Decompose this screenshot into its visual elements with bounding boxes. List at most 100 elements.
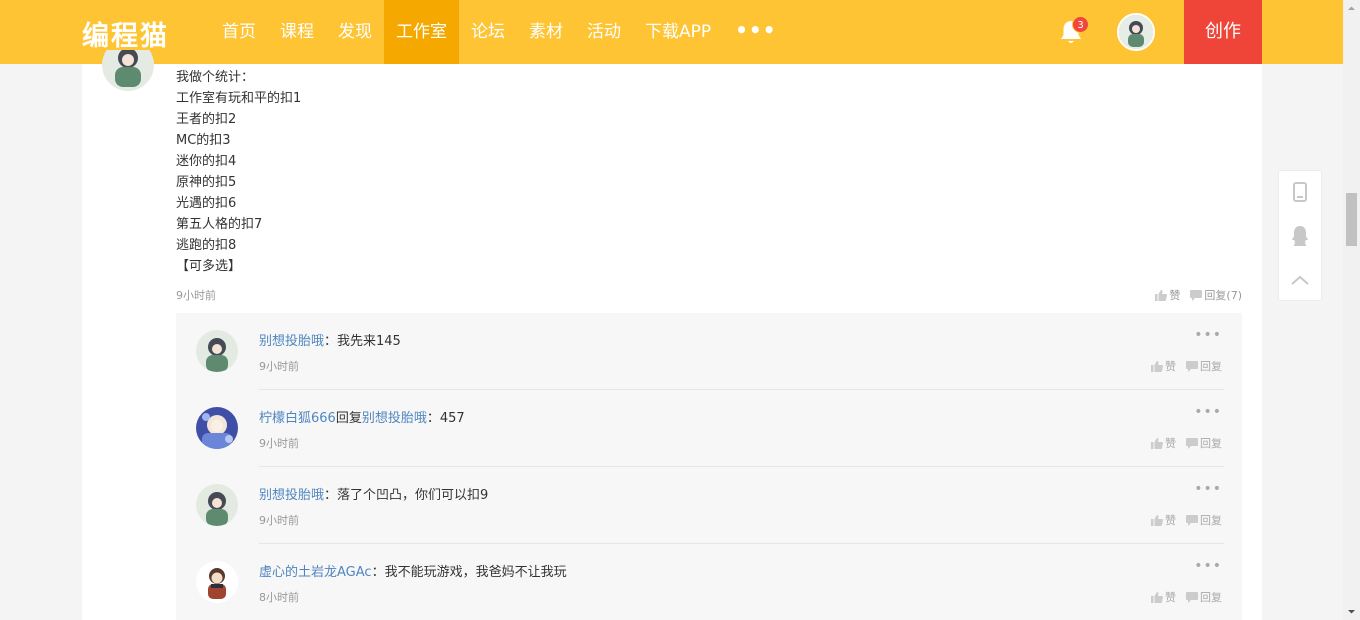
- reply-item: 柠檬白狐666回复别想投胎哦：457 9小时前 ••• 赞 回复: [176, 390, 1242, 467]
- reply-text: 别想投胎哦：落了个凹凸，你们可以扣9: [259, 484, 488, 503]
- page-scrollbar[interactable]: [1343, 0, 1360, 620]
- post-author-avatar[interactable]: [102, 50, 154, 94]
- reply-reply-button[interactable]: 回复: [1186, 435, 1222, 451]
- reply-reply-label: 回复: [1200, 514, 1222, 527]
- comment-icon: [1186, 591, 1198, 603]
- post-line: 我做个统计：: [176, 70, 255, 85]
- post-line: MC的扣3: [176, 133, 231, 148]
- reply-author-avatar[interactable]: [196, 407, 238, 449]
- post-line: 光遇的扣6: [176, 196, 237, 211]
- comment-icon: [1186, 360, 1198, 372]
- reply-reply-button[interactable]: 回复: [1186, 358, 1222, 374]
- post-content: 我做个统计： 工作室有玩和平的扣1 王者的扣2 MC的扣3 迷你的扣4 原神的扣…: [176, 67, 301, 277]
- reply-timestamp: 9小时前: [259, 360, 299, 373]
- reply-actions: 赞 回复: [1141, 589, 1222, 605]
- reply-like-button[interactable]: 赞: [1151, 358, 1176, 374]
- reply-actions: 赞 回复: [1141, 512, 1222, 528]
- reply-like-button[interactable]: 赞: [1151, 512, 1176, 528]
- scroll-up-arrow-icon[interactable]: [1343, 0, 1360, 17]
- reply-author-avatar[interactable]: [196, 330, 238, 372]
- reply-actions: 赞 回复: [1141, 358, 1222, 374]
- reply-reply-label: 回复: [1200, 437, 1222, 450]
- thumbs-up-icon: [1151, 360, 1163, 372]
- reply-author-avatar[interactable]: [196, 561, 238, 603]
- mobile-app-button[interactable]: [1279, 171, 1321, 213]
- reply-reply-label: 回复: [1200, 360, 1222, 373]
- reply-timestamp: 9小时前: [259, 514, 299, 527]
- notification-count-badge: 3: [1072, 16, 1089, 33]
- reply-content: ：457: [426, 411, 465, 426]
- nav-forum[interactable]: 论坛: [459, 0, 517, 64]
- reply-item: 虚心的土岩龙AGAc：我不能玩游戏，我爸妈不让我玩 8小时前 ••• 赞 回复: [176, 544, 1242, 620]
- reply-thread: 别想投胎哦：我先来145 9小时前 ••• 赞 回复 柠檬白狐666回复别想投胎…: [176, 313, 1242, 620]
- scroll-down-arrow-icon[interactable]: [1343, 603, 1360, 620]
- post-line: 【可多选】: [176, 259, 242, 274]
- phone-icon: [1293, 182, 1307, 202]
- reply-like-label: 赞: [1165, 591, 1176, 604]
- post-timestamp: 9小时前: [176, 289, 216, 302]
- post-actions: 赞 回复(7): [1145, 287, 1242, 303]
- post-reply-label: 回复(7): [1204, 289, 1242, 302]
- user-avatar[interactable]: [1117, 13, 1155, 51]
- nav-studio[interactable]: 工作室: [384, 0, 459, 64]
- reply-author-name[interactable]: 虚心的土岩龙AGAc: [259, 565, 372, 580]
- nav-discover[interactable]: 发现: [326, 0, 384, 64]
- site-logo[interactable]: 编程猫: [82, 14, 169, 53]
- post-like-button[interactable]: 赞: [1155, 287, 1180, 303]
- post-line: 原神的扣5: [176, 175, 237, 190]
- reply-item: 别想投胎哦：落了个凹凸，你们可以扣9 9小时前 ••• 赞 回复: [176, 467, 1242, 544]
- thumbs-up-icon: [1155, 289, 1168, 301]
- post-line: 工作室有玩和平的扣1: [176, 91, 302, 106]
- post-line: 第五人格的扣7: [176, 217, 263, 232]
- nav-materials[interactable]: 素材: [517, 0, 575, 64]
- back-to-top-button[interactable]: [1279, 259, 1321, 301]
- main-nav: 首页 课程 发现 工作室 论坛 素材 活动 下载APP •••: [210, 0, 789, 64]
- thumbs-up-icon: [1151, 591, 1163, 603]
- qq-button[interactable]: [1279, 215, 1321, 257]
- reply-verb: 回复: [335, 411, 362, 426]
- reply-content: ：落了个凹凸，你们可以扣9: [324, 488, 489, 503]
- back-to-top-icon: [1291, 275, 1309, 285]
- nav-events[interactable]: 活动: [575, 0, 633, 64]
- scrollbar-thumb[interactable]: [1346, 193, 1357, 246]
- nav-more-icon[interactable]: •••: [723, 0, 788, 64]
- post-line: 王者的扣2: [176, 112, 237, 127]
- reply-text: 柠檬白狐666回复别想投胎哦：457: [259, 407, 465, 426]
- reply-reply-button[interactable]: 回复: [1186, 589, 1222, 605]
- reply-like-label: 赞: [1165, 360, 1176, 373]
- thumbs-up-icon: [1151, 514, 1163, 526]
- reply-content: ：我不能玩游戏，我爸妈不让我玩: [371, 565, 567, 580]
- create-button[interactable]: 创作: [1184, 0, 1262, 64]
- reply-author-avatar[interactable]: [196, 484, 238, 526]
- reply-author-name[interactable]: 别想投胎哦: [259, 488, 324, 503]
- nav-download-app[interactable]: 下载APP: [633, 0, 723, 64]
- more-options-icon[interactable]: •••: [1194, 327, 1222, 343]
- reply-content: ：我先来145: [324, 334, 401, 349]
- more-options-icon[interactable]: •••: [1194, 404, 1222, 420]
- reply-actions: 赞 回复: [1141, 435, 1222, 451]
- comment-icon: [1186, 514, 1198, 526]
- reply-like-button[interactable]: 赞: [1151, 435, 1176, 451]
- reply-target-name[interactable]: 别想投胎哦: [362, 411, 427, 426]
- reply-like-button[interactable]: 赞: [1151, 589, 1176, 605]
- reply-reply-button[interactable]: 回复: [1186, 512, 1222, 528]
- nav-courses[interactable]: 课程: [268, 0, 326, 64]
- qq-icon: [1292, 226, 1308, 246]
- reply-like-label: 赞: [1165, 514, 1176, 527]
- side-toolbar: [1278, 170, 1322, 301]
- reply-like-label: 赞: [1165, 437, 1176, 450]
- post-card: 我做个统计： 工作室有玩和平的扣1 王者的扣2 MC的扣3 迷你的扣4 原神的扣…: [82, 50, 1262, 620]
- thumbs-up-icon: [1151, 437, 1163, 449]
- post-reply-button[interactable]: 回复(7): [1190, 287, 1242, 303]
- post-line: 逃跑的扣8: [176, 238, 237, 253]
- reply-reply-label: 回复: [1200, 591, 1222, 604]
- comment-icon: [1186, 437, 1198, 449]
- post-like-label: 赞: [1169, 289, 1181, 302]
- reply-text: 别想投胎哦：我先来145: [259, 330, 401, 349]
- more-options-icon[interactable]: •••: [1194, 558, 1222, 574]
- reply-timestamp: 9小时前: [259, 437, 299, 450]
- reply-author-name[interactable]: 别想投胎哦: [259, 334, 324, 349]
- more-options-icon[interactable]: •••: [1194, 481, 1222, 497]
- reply-author-name[interactable]: 柠檬白狐666: [259, 411, 336, 426]
- nav-home[interactable]: 首页: [210, 0, 268, 64]
